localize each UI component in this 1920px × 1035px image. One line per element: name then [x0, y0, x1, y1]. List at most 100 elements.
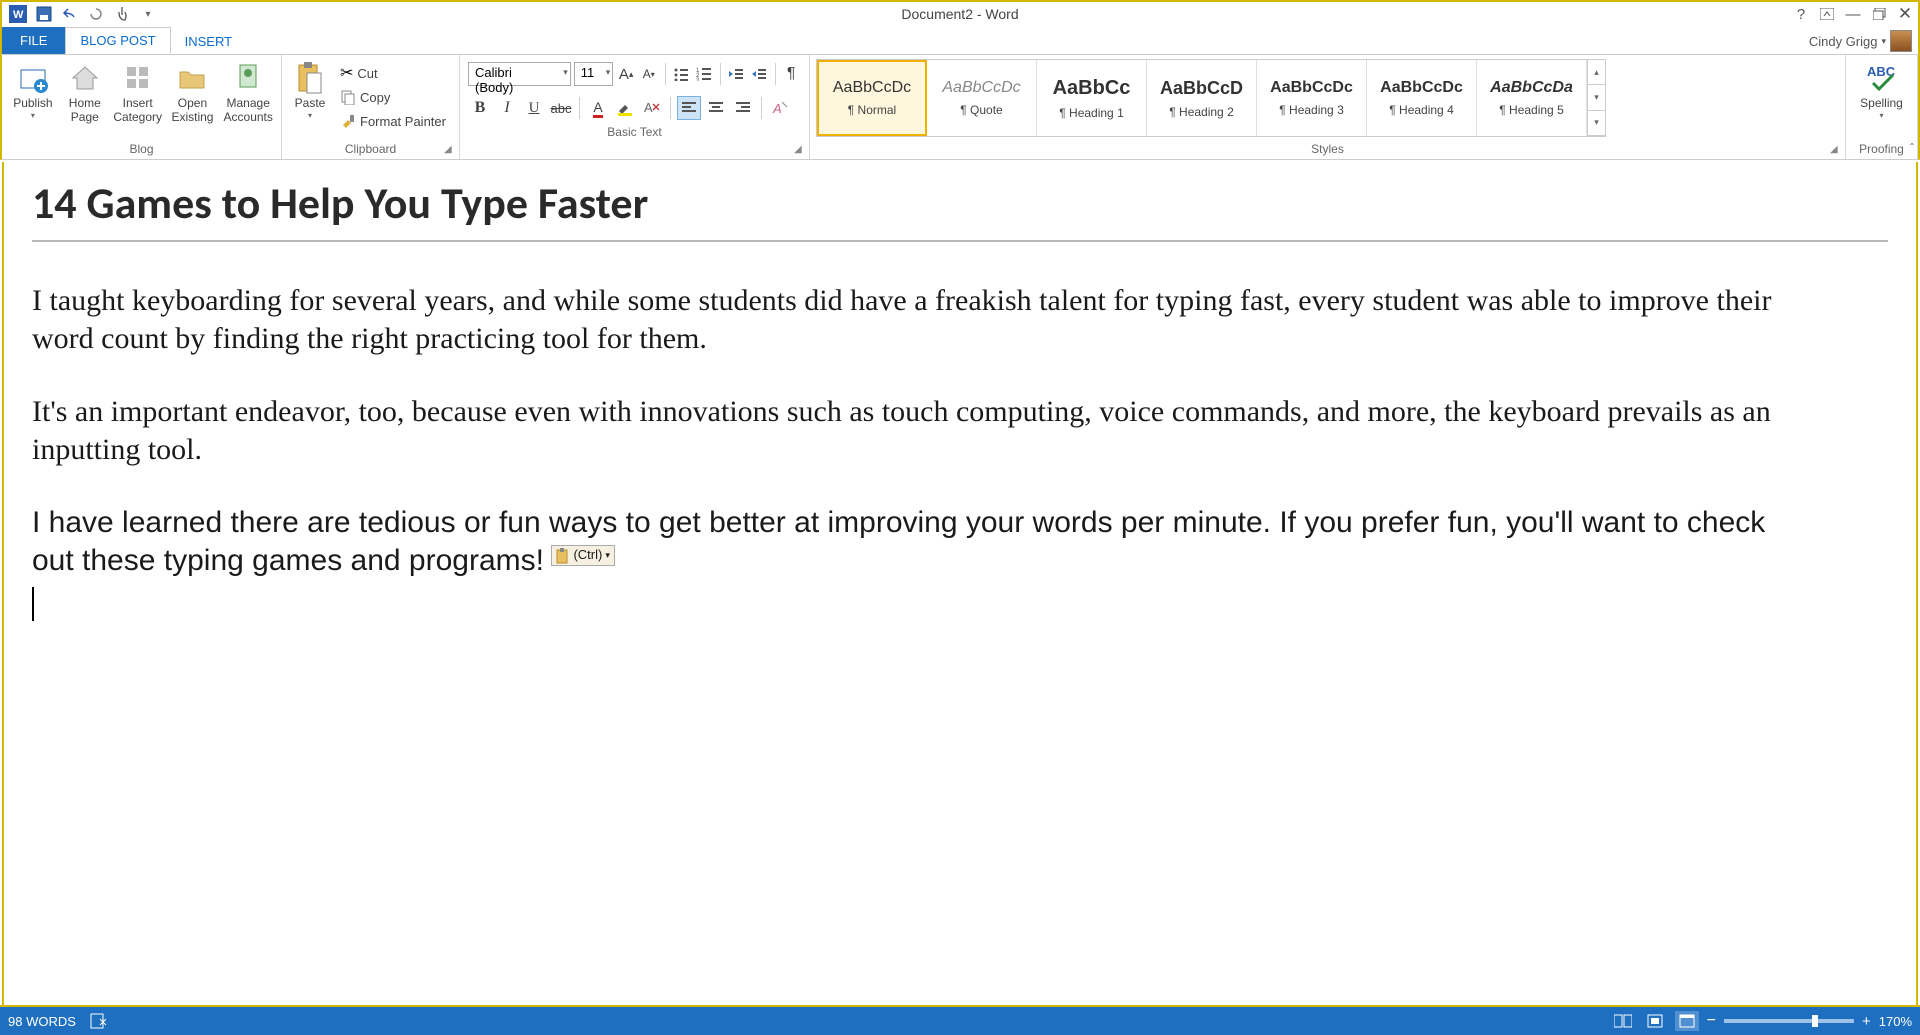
insertcat-button[interactable]: Insert Category — [110, 57, 166, 125]
dropdown-icon: ▾ — [1879, 111, 1883, 120]
grow-font-button[interactable]: A▴ — [616, 62, 636, 86]
underline-button[interactable]: U — [522, 96, 546, 120]
manageacc-label: Manage Accounts — [219, 97, 277, 125]
highlight-button[interactable] — [613, 96, 637, 120]
zoom-out-button[interactable]: − — [1707, 1012, 1716, 1030]
cut-label: Cut — [357, 66, 377, 81]
document-area[interactable]: 14 Games to Help You Type Faster I taugh… — [2, 162, 1918, 1005]
pilcrow-button[interactable]: ¶ — [781, 62, 801, 86]
web-layout-icon[interactable] — [1675, 1011, 1699, 1031]
style-heading3[interactable]: AaBbCcDc ¶ Heading 3 — [1257, 60, 1367, 136]
save-icon[interactable] — [34, 4, 54, 24]
styles-launcher-icon[interactable]: ◢ — [1830, 144, 1842, 156]
ribbon: Publish ▾ Home Page Insert Category Open… — [0, 54, 1920, 160]
qat-more-icon[interactable]: ▾ — [138, 4, 158, 24]
group-styles: AaBbCcDc ¶ Normal AaBbCcDc ¶ Quote AaBbC… — [810, 55, 1846, 159]
align-right-button[interactable] — [731, 96, 755, 120]
ribbon-display-icon[interactable] — [1818, 5, 1836, 23]
gallery-up-icon[interactable]: ▴ — [1588, 60, 1605, 85]
clear-all-format-button[interactable]: A — [768, 96, 792, 120]
paragraph-1: I taught keyboarding for several years, … — [32, 282, 1792, 357]
help-icon[interactable]: ? — [1792, 5, 1810, 23]
accounts-icon — [231, 61, 265, 95]
copy-icon — [340, 89, 356, 105]
copy-button[interactable]: Copy — [336, 85, 450, 109]
touch-mode-icon[interactable] — [112, 4, 132, 24]
paintbrush-icon — [340, 113, 356, 129]
style-heading5[interactable]: AaBbCcDa ¶ Heading 5 — [1477, 60, 1587, 136]
zoom-thumb[interactable] — [1812, 1015, 1818, 1027]
bold-button[interactable]: B — [468, 96, 492, 120]
font-color-button[interactable]: A — [586, 96, 610, 120]
publish-button[interactable]: Publish ▾ — [6, 57, 60, 120]
style-normal[interactable]: AaBbCcDc ¶ Normal — [817, 60, 927, 136]
bullets-button[interactable] — [671, 62, 691, 86]
user-account[interactable]: Cindy Grigg ▾ — [1809, 30, 1912, 52]
cut-button[interactable]: ✂ Cut — [336, 61, 450, 85]
document-heading: 14 Games to Help You Type Faster — [32, 176, 1888, 230]
style-heading1[interactable]: AaBbCc ¶ Heading 1 — [1037, 60, 1147, 136]
paragraph-2: It's an important endeavor, too, because… — [32, 393, 1792, 468]
paste-options-button[interactable]: (Ctrl) ▾ — [551, 545, 614, 565]
style-name: ¶ Normal — [848, 103, 896, 117]
homepage-label: Home Page — [62, 97, 108, 125]
italic-button[interactable]: I — [495, 96, 519, 120]
spelling-icon: ABC — [1865, 61, 1899, 95]
clear-format-button[interactable]: A — [640, 96, 664, 120]
strikethrough-button[interactable]: abc — [549, 96, 573, 120]
numbering-button[interactable]: 123 — [694, 62, 714, 86]
spelling-label: Spelling — [1860, 97, 1903, 111]
clipboard-launcher-icon[interactable]: ◢ — [444, 144, 456, 156]
paste-label: Paste — [295, 97, 326, 111]
spelling-button[interactable]: ABC Spelling ▾ — [1854, 57, 1910, 120]
style-name: ¶ Quote — [960, 103, 1002, 117]
openexisting-label: Open Existing — [168, 97, 218, 125]
user-name: Cindy Grigg — [1809, 34, 1878, 49]
svg-text:W: W — [13, 9, 24, 21]
font-name-value: Calibri (Body) — [475, 65, 513, 95]
insertcat-label: Insert Category — [110, 97, 166, 125]
status-bar: 98 WORDS − + 170% — [0, 1007, 1920, 1035]
zoom-slider[interactable] — [1724, 1019, 1854, 1023]
formatpainter-button[interactable]: Format Painter — [336, 109, 450, 133]
redo-icon[interactable] — [86, 4, 106, 24]
tab-blogpost[interactable]: BLOG POST — [65, 27, 170, 54]
basictext-launcher-icon[interactable]: ◢ — [794, 144, 806, 156]
font-name-select[interactable]: Calibri (Body)▾ — [468, 62, 571, 86]
restore-icon[interactable] — [1870, 5, 1888, 23]
shrink-font-button[interactable]: A▾ — [639, 62, 659, 86]
close-icon[interactable]: ✕ — [1896, 5, 1914, 23]
cursor-line — [32, 587, 1792, 631]
paste-button[interactable]: Paste ▾ — [286, 57, 334, 120]
gallery-more-icon[interactable]: ▾ — [1588, 111, 1605, 136]
ribbon-collapse-icon[interactable]: ˆ — [1910, 141, 1914, 155]
undo-icon[interactable] — [60, 4, 80, 24]
proofing-status-icon[interactable] — [90, 1013, 108, 1029]
minimize-icon[interactable]: — — [1844, 5, 1862, 23]
publish-label: Publish — [13, 97, 52, 111]
print-layout-icon[interactable] — [1643, 1011, 1667, 1031]
read-mode-icon[interactable] — [1611, 1011, 1635, 1031]
home-icon — [68, 61, 102, 95]
align-center-button[interactable] — [704, 96, 728, 120]
group-blog: Publish ▾ Home Page Insert Category Open… — [2, 55, 282, 159]
zoom-level[interactable]: 170% — [1879, 1014, 1912, 1029]
openexisting-button[interactable]: Open Existing — [168, 57, 218, 125]
zoom-in-button[interactable]: + — [1862, 1013, 1871, 1030]
increase-indent-button[interactable] — [749, 62, 769, 86]
gallery-scroll: ▴ ▾ ▾ — [1587, 60, 1605, 136]
decrease-indent-button[interactable] — [726, 62, 746, 86]
word-count[interactable]: 98 WORDS — [8, 1014, 76, 1029]
dropdown-icon: ▾ — [31, 111, 35, 120]
style-heading4[interactable]: AaBbCcDc ¶ Heading 4 — [1367, 60, 1477, 136]
gallery-down-icon[interactable]: ▾ — [1588, 85, 1605, 110]
style-heading2[interactable]: AaBbCcD ¶ Heading 2 — [1147, 60, 1257, 136]
tab-file[interactable]: FILE — [2, 27, 65, 54]
manageacc-button[interactable]: Manage Accounts — [219, 57, 277, 125]
homepage-button[interactable]: Home Page — [62, 57, 108, 125]
style-quote[interactable]: AaBbCcDc ¶ Quote — [927, 60, 1037, 136]
align-left-button[interactable] — [677, 96, 701, 120]
tab-insert[interactable]: INSERT — [171, 29, 246, 54]
font-size-select[interactable]: 11▾ — [574, 62, 614, 86]
style-preview: AaBbCc — [1053, 77, 1131, 100]
